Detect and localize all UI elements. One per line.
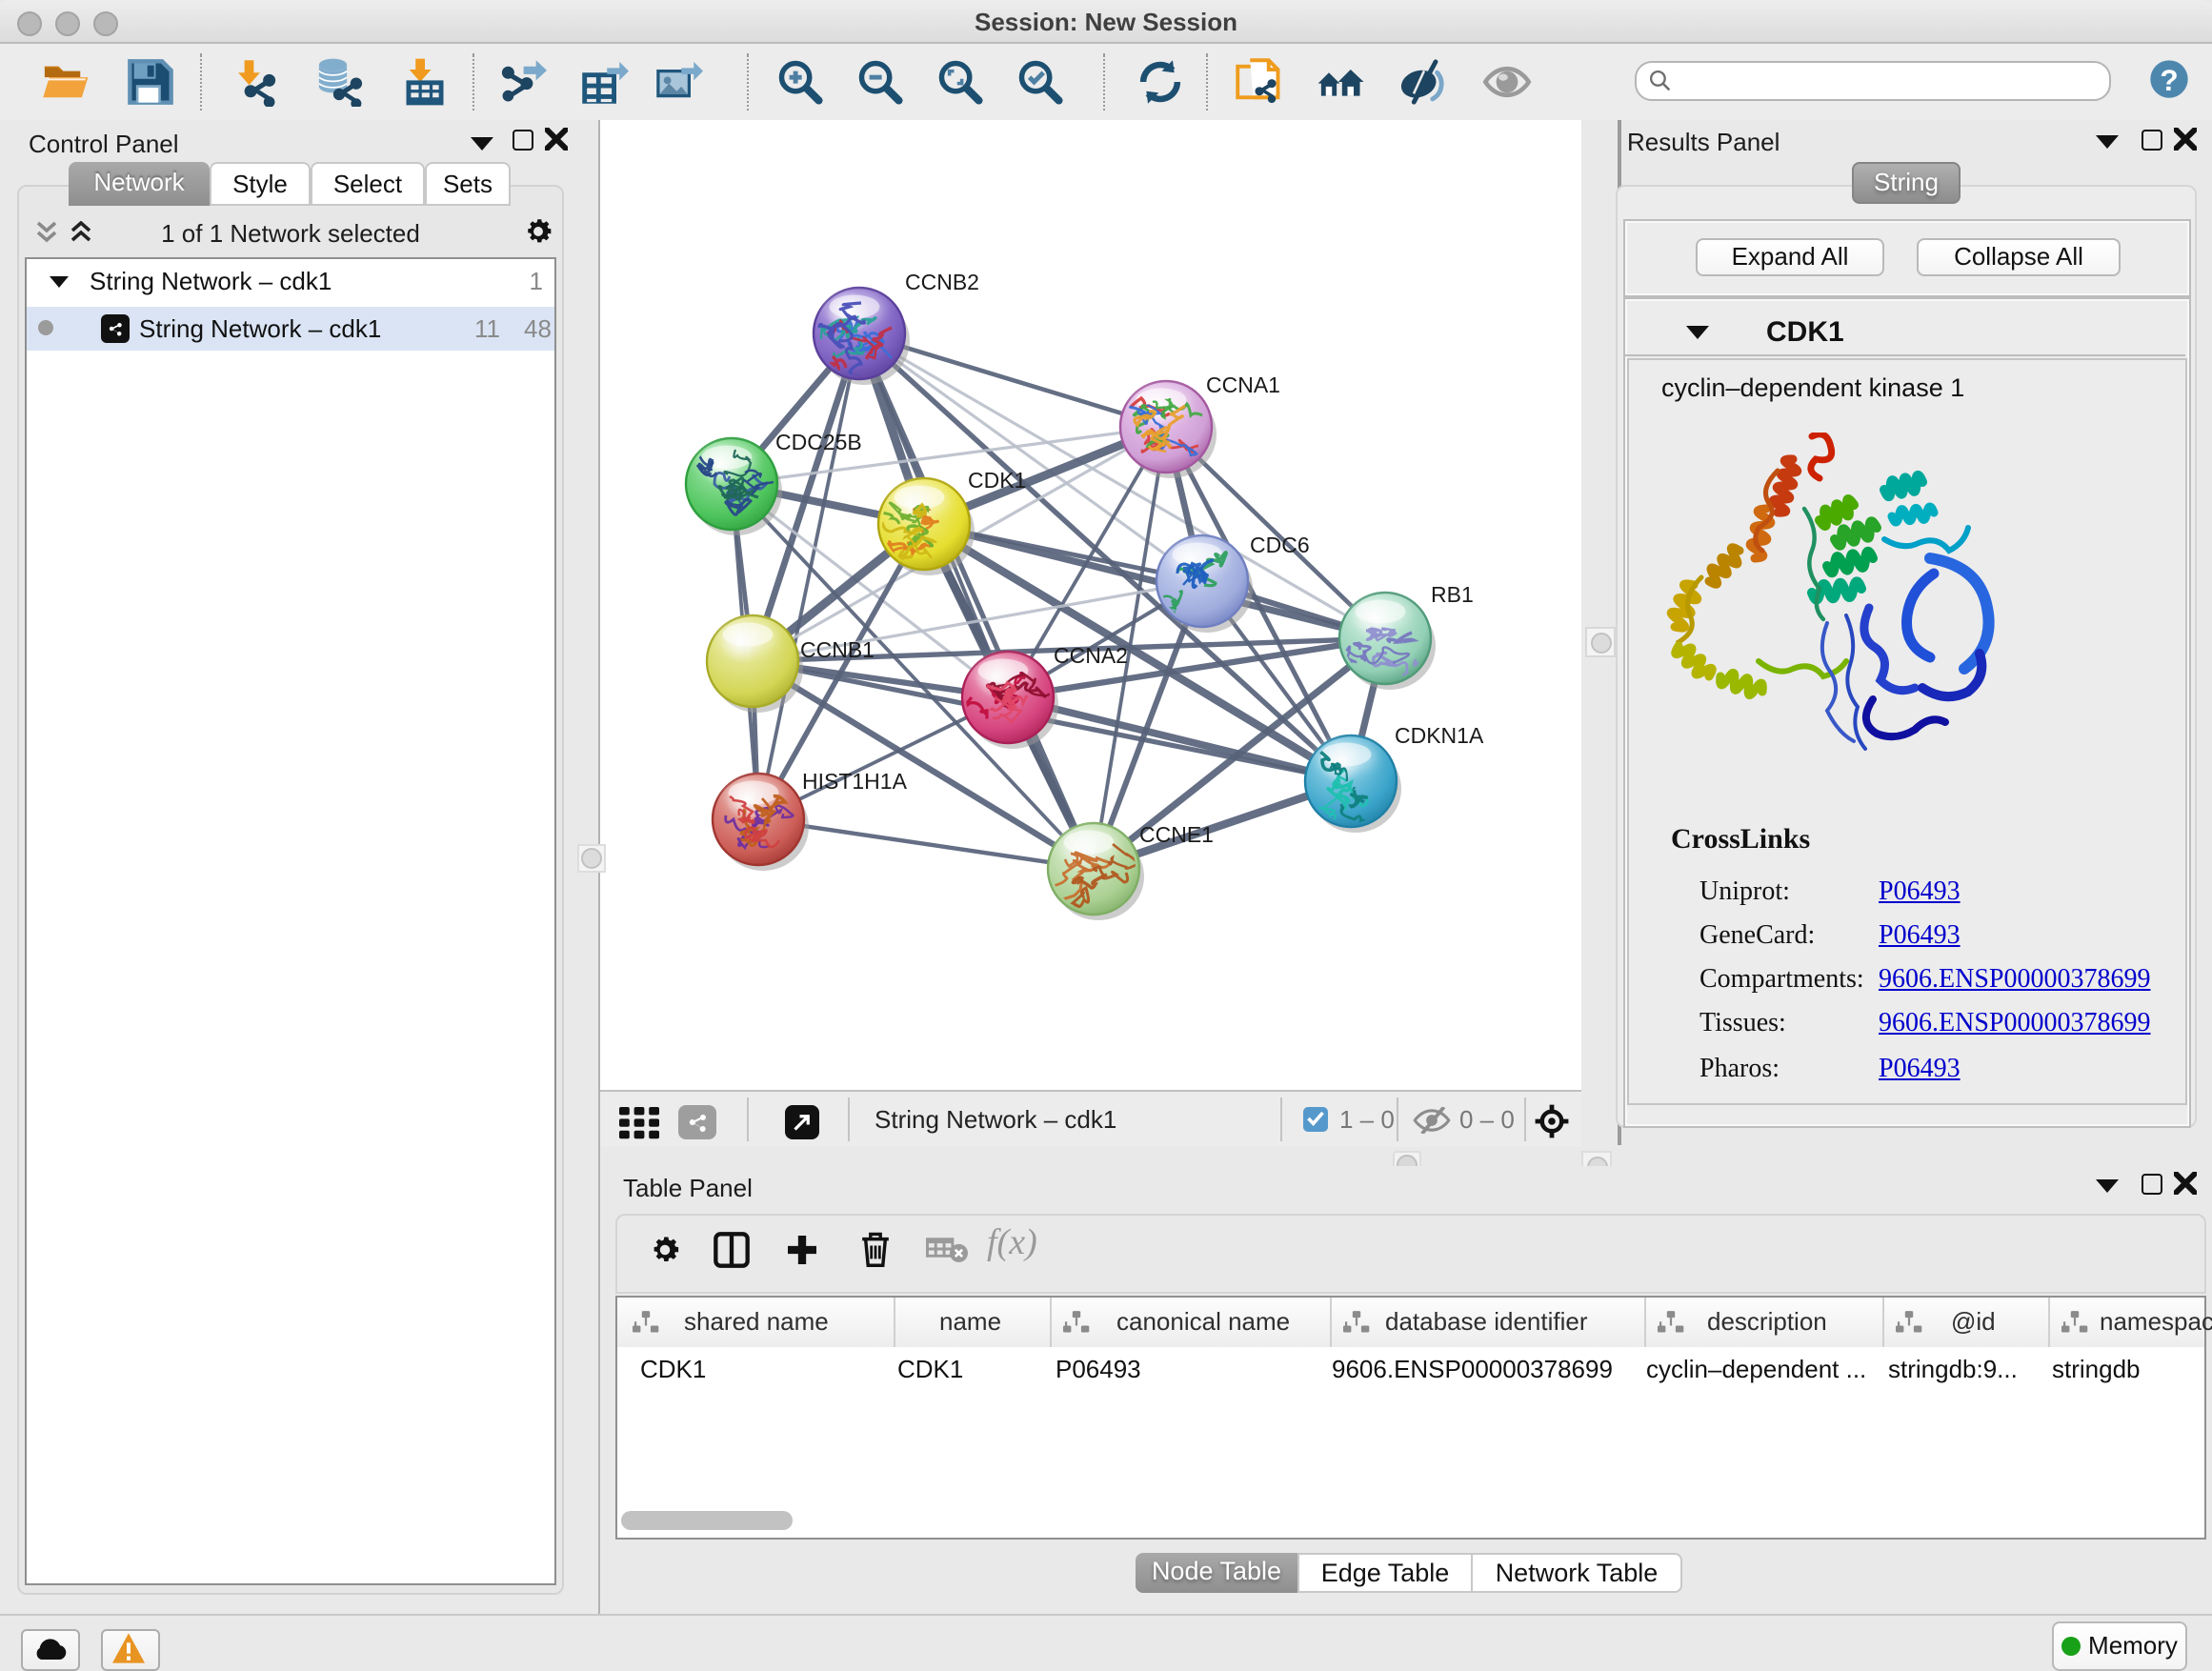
svg-text:CDC25B: CDC25B	[775, 430, 862, 454]
svg-text:CDC6: CDC6	[1250, 533, 1310, 557]
svg-text:CCNA1: CCNA1	[1206, 372, 1280, 397]
svg-text:CCNB2: CCNB2	[905, 270, 979, 294]
svg-text:CCNB1: CCNB1	[800, 637, 875, 662]
svg-text:?: ?	[2160, 63, 2178, 97]
svg-text:RB1: RB1	[1431, 582, 1474, 607]
svg-text:CDK1: CDK1	[968, 468, 1026, 493]
svg-text:CCNA2: CCNA2	[1054, 643, 1128, 668]
svg-text:CDKN1A: CDKN1A	[1395, 723, 1484, 748]
svg-text:CCNE1: CCNE1	[1139, 822, 1214, 847]
svg-text:HIST1H1A: HIST1H1A	[802, 769, 908, 794]
